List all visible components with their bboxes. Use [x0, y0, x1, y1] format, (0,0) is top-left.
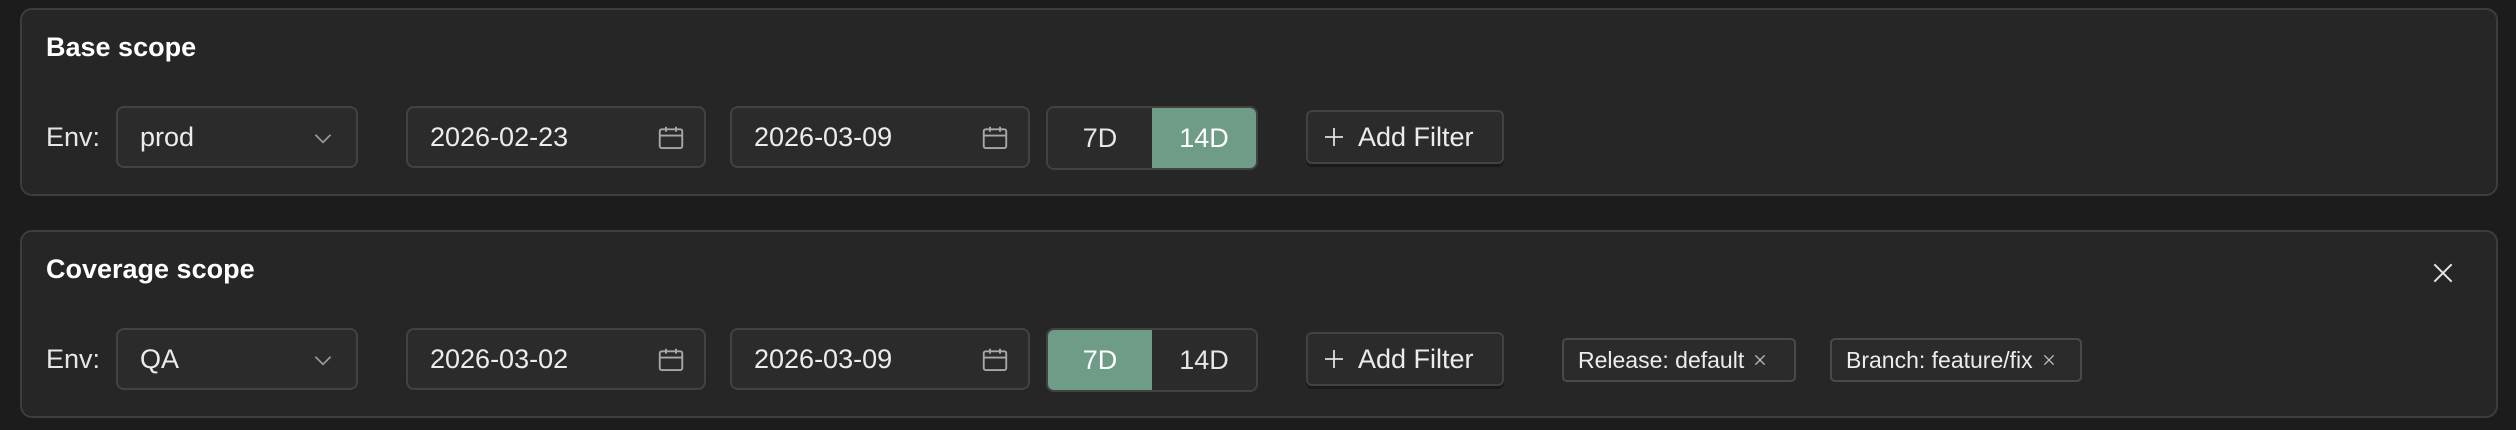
end-date-input[interactable]: 2026-03-09 [730, 328, 1030, 390]
coverage-scope-controls: Env: QA 2026-03-02 2026-03-09 7D 14D Add… [22, 328, 2496, 392]
end-date-value: 2026-03-09 [754, 122, 893, 152]
chevron-down-icon [314, 134, 332, 144]
env-select[interactable]: prod [116, 106, 358, 168]
close-icon [2433, 263, 2453, 283]
range-14d-button[interactable]: 14D [1152, 330, 1256, 390]
calendar-icon[interactable] [980, 123, 1010, 153]
filter-chip-release: Release: default [1562, 338, 1796, 382]
coverage-scope-panel: Coverage scope Env: QA 2026-03-02 2026-0… [20, 230, 2498, 418]
close-icon[interactable] [2041, 352, 2057, 368]
range-14d-button[interactable]: 14D [1152, 108, 1256, 168]
calendar-icon[interactable] [980, 345, 1010, 375]
add-filter-label: Add Filter [1358, 343, 1474, 374]
env-select-value: QA [140, 344, 180, 374]
end-date-value: 2026-03-09 [754, 344, 893, 374]
close-button[interactable] [2424, 254, 2462, 292]
add-filter-button[interactable]: Add Filter [1306, 110, 1504, 164]
range-toggle: 7D 14D [1046, 328, 1258, 392]
start-date-value: 2026-03-02 [430, 344, 569, 374]
panel-title: Coverage scope [46, 254, 255, 284]
env-label: Env: [46, 344, 101, 374]
start-date-input[interactable]: 2026-02-23 [406, 106, 706, 168]
plus-icon [1325, 128, 1343, 146]
close-icon[interactable] [1752, 352, 1768, 368]
range-toggle: 7D 14D [1046, 106, 1258, 170]
panel-title: Base scope [46, 32, 197, 62]
plus-icon [1325, 350, 1343, 368]
add-filter-button[interactable]: Add Filter [1306, 332, 1504, 386]
env-select-value: prod [140, 122, 195, 152]
base-scope-panel: Base scope Env: prod 2026-02-23 2026-03-… [20, 8, 2498, 196]
range-7d-button[interactable]: 7D [1048, 108, 1152, 168]
chevron-down-icon [314, 356, 332, 366]
range-7d-button[interactable]: 7D [1048, 330, 1152, 390]
env-label: Env: [46, 122, 101, 152]
filter-chip-branch: Branch: feature/fix [1830, 338, 2082, 382]
start-date-input[interactable]: 2026-03-02 [406, 328, 706, 390]
env-select[interactable]: QA [116, 328, 358, 390]
add-filter-label: Add Filter [1358, 121, 1474, 152]
calendar-icon[interactable] [656, 345, 686, 375]
start-date-value: 2026-02-23 [430, 122, 569, 152]
base-scope-controls: Env: prod 2026-02-23 2026-03-09 7D 14D A… [22, 106, 2496, 170]
filter-chip-label: Branch: feature/fix [1846, 346, 2033, 373]
calendar-icon[interactable] [656, 123, 686, 153]
end-date-input[interactable]: 2026-03-09 [730, 106, 1030, 168]
filter-chip-label: Release: default [1578, 346, 1745, 373]
